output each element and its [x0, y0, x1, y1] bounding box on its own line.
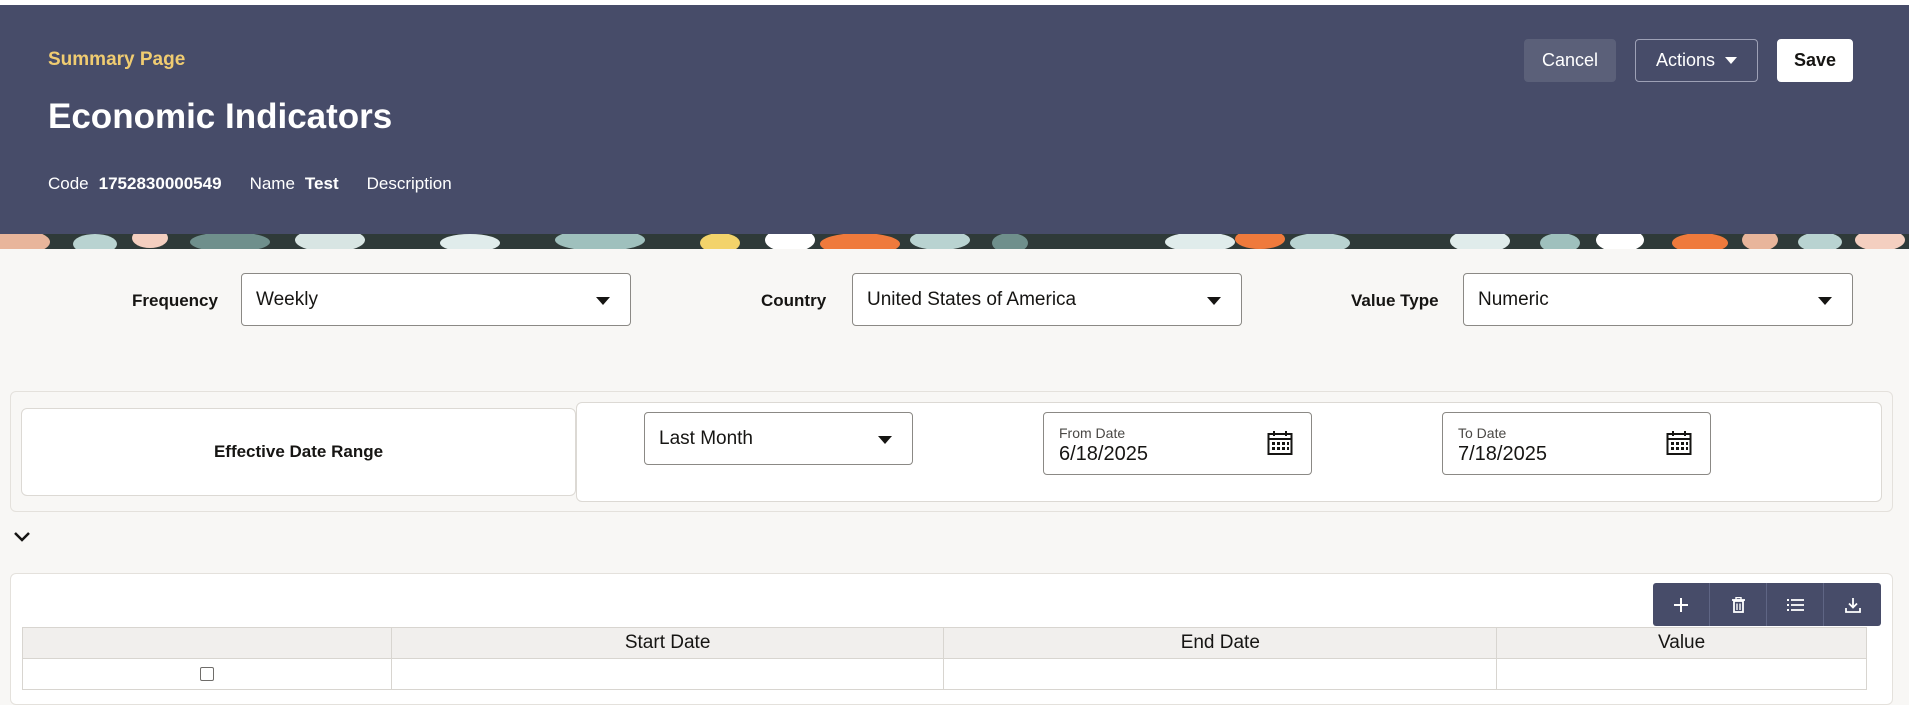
- record-meta: Code 1752830000549 Name Test Description: [48, 174, 452, 194]
- value-cell[interactable]: [1496, 658, 1867, 690]
- plus-icon: [1674, 597, 1688, 612]
- chevron-down-icon: [878, 436, 892, 444]
- to-date-value: 7/18/2025: [1458, 443, 1547, 465]
- list-icon: [1786, 598, 1804, 611]
- code-value: 1752830000549: [98, 174, 222, 193]
- download-button[interactable]: [1824, 583, 1881, 626]
- chevron-down-icon: [1207, 297, 1221, 305]
- calendar-icon[interactable]: [1666, 430, 1692, 456]
- name-label: Name: [249, 174, 295, 193]
- column-header-end-date[interactable]: End Date: [943, 627, 1498, 659]
- decorative-banner: [0, 234, 1909, 249]
- frequency-label: Frequency: [132, 291, 218, 310]
- actions-menu-button[interactable]: Actions: [1635, 39, 1758, 82]
- banner-pattern: [0, 234, 1909, 249]
- cancel-button-label: Cancel: [1541, 50, 1599, 70]
- value-type-label: Value Type: [1351, 291, 1439, 310]
- date-range-label: Effective Date Range: [213, 442, 384, 461]
- name-value: Test: [304, 174, 339, 193]
- table-header-row: Start Date End Date Value: [22, 627, 1867, 659]
- indicator-values-table: Start Date End Date Value: [22, 627, 1867, 690]
- list-view-button[interactable]: [1767, 583, 1824, 626]
- column-header-select: [22, 627, 392, 659]
- frequency-select[interactable]: Weekly: [241, 273, 631, 326]
- add-row-button[interactable]: [1653, 583, 1710, 626]
- chevron-down-icon: [596, 297, 610, 305]
- chevron-down-icon: [1818, 297, 1832, 305]
- to-date-field[interactable]: To Date 7/18/2025: [1442, 412, 1711, 475]
- value-type-select[interactable]: Numeric: [1463, 273, 1853, 326]
- to-date-label: To Date: [1458, 425, 1507, 441]
- end-date-cell[interactable]: [943, 658, 1498, 690]
- save-button-label: Save: [1793, 50, 1837, 70]
- start-date-cell[interactable]: [390, 658, 945, 690]
- country-select[interactable]: United States of America: [852, 273, 1242, 326]
- meta-code: Code 1752830000549: [48, 174, 222, 194]
- breadcrumb-summary-link[interactable]: Summary Page: [48, 49, 185, 71]
- frequency-value: Weekly: [256, 288, 318, 310]
- code-label: Code: [48, 174, 89, 193]
- meta-description: Description: [367, 174, 452, 194]
- actions-button-label: Actions: [1655, 50, 1716, 70]
- date-range-label-box: Effective Date Range: [21, 408, 576, 496]
- table-toolbar: [1653, 583, 1881, 626]
- delete-row-button[interactable]: [1710, 583, 1767, 626]
- country-value: United States of America: [867, 288, 1077, 310]
- description-label: Description: [366, 174, 452, 193]
- column-header-start-date[interactable]: Start Date: [390, 627, 945, 659]
- row-select-cell: [22, 658, 392, 690]
- trash-icon: [1731, 596, 1745, 613]
- page-header: Summary Page Economic Indicators Code 17…: [0, 0, 1909, 234]
- calendar-icon[interactable]: [1267, 430, 1293, 456]
- save-button[interactable]: Save: [1777, 39, 1853, 82]
- meta-name: Name Test: [250, 174, 339, 194]
- chevron-down-icon[interactable]: [12, 528, 32, 544]
- from-date-field[interactable]: From Date 6/18/2025: [1043, 412, 1312, 475]
- cancel-button[interactable]: Cancel: [1524, 39, 1616, 82]
- page-title: Economic Indicators: [48, 97, 393, 136]
- chevron-down-icon: [1725, 57, 1738, 64]
- date-preset-value: Last Month: [659, 427, 753, 449]
- from-date-label: From Date: [1059, 425, 1126, 441]
- country-label: Country: [761, 291, 827, 310]
- table-row[interactable]: [22, 658, 1867, 690]
- column-header-value[interactable]: Value: [1496, 627, 1867, 659]
- date-preset-select[interactable]: Last Month: [644, 412, 913, 465]
- from-date-value: 6/18/2025: [1059, 443, 1148, 465]
- value-type-value: Numeric: [1478, 288, 1549, 310]
- row-select-checkbox[interactable]: [199, 666, 214, 681]
- download-icon: [1844, 597, 1861, 613]
